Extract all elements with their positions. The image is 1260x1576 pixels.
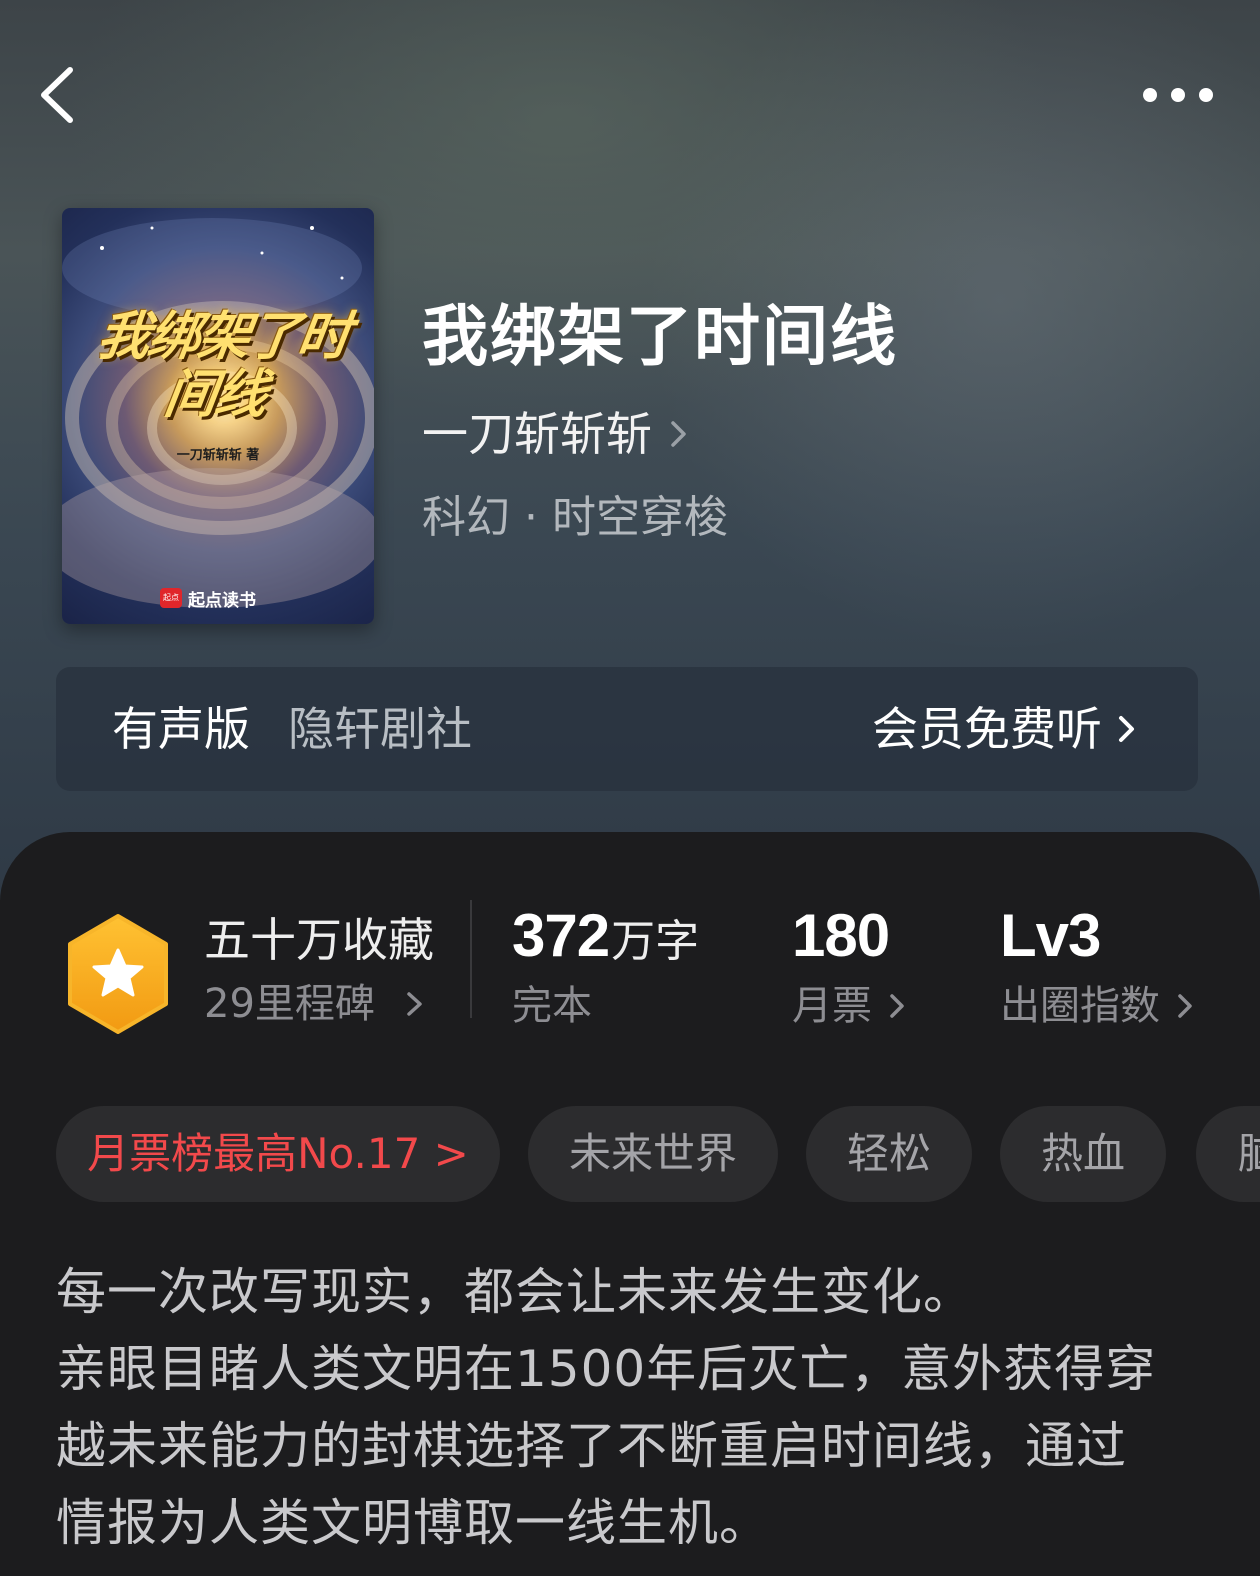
chevron-right-icon: [1178, 994, 1192, 1018]
monthly-votes-label: 月票: [792, 983, 872, 1029]
tag-future-world[interactable]: 未来世界: [528, 1106, 778, 1202]
word-count-stat: 372 万字 完本: [512, 900, 699, 1034]
description-line: 亲眼目睹人类文明在1500年后灭亡，意外获得穿: [56, 1340, 1157, 1398]
monthly-votes-value: 180: [792, 902, 890, 969]
cover-brand: 起点 起点读书: [160, 586, 256, 611]
listen-free-label: 会员免费听: [872, 702, 1102, 756]
tag-list: 月票榜最高No.17 > 未来世界 轻松 热血 脑: [56, 1106, 1260, 1204]
audiobook-label: 有声版: [112, 702, 250, 756]
book-category[interactable]: 科幻 · 时空穿梭: [422, 488, 728, 548]
monthly-votes-stat[interactable]: 180 月票: [792, 900, 906, 1034]
qidian-logo-icon: 起点: [160, 588, 182, 608]
popularity-level: Lv3: [1000, 902, 1101, 969]
cover-author: 一刀斩斩斩 著: [176, 448, 260, 463]
word-count-unit: 万字: [611, 916, 700, 967]
popularity-label: 出圈指数: [1000, 983, 1160, 1029]
description-line: 情报为人类文明博取一线生机。: [56, 1494, 770, 1552]
tag-overflow[interactable]: 脑: [1196, 1106, 1260, 1202]
audiobook-publisher: 隐轩剧社: [288, 702, 472, 756]
tag-passionate[interactable]: 热血: [1000, 1106, 1166, 1202]
popularity-index-stat[interactable]: Lv3 出圈指数: [1000, 900, 1194, 1034]
cover-title: 我绑架了时间线: [93, 306, 353, 425]
author-name: 一刀斩斩斩: [422, 407, 652, 461]
milestones-link[interactable]: 29里程碑: [204, 976, 425, 1032]
description-line: 每一次改写现实，都会让未来发生变化。: [56, 1263, 974, 1321]
description-line: 越未来能力的封棋选择了不断重启时间线，通过: [56, 1417, 1127, 1475]
tag-rank[interactable]: 月票榜最高No.17 >: [56, 1106, 500, 1202]
book-description[interactable]: 每一次改写现实，都会让未来发生变化。 亲眼目睹人类文明在1500年后灭亡，意外获…: [56, 1254, 1206, 1562]
favorites-count: 五十万收藏: [204, 913, 434, 967]
chevron-right-icon: [671, 421, 686, 447]
author-link[interactable]: 一刀斩斩斩: [422, 404, 690, 464]
chevron-left-icon[interactable]: [34, 62, 84, 128]
chevron-right-icon: [1119, 716, 1134, 742]
star-badge-icon[interactable]: [62, 912, 174, 1036]
tag-relaxed[interactable]: 轻松: [806, 1106, 972, 1202]
chevron-right-icon: [407, 992, 422, 1016]
cover-brand-name: 起点读书: [188, 590, 256, 611]
book-status: 完本: [512, 983, 592, 1029]
book-title: 我绑架了时间线: [422, 297, 898, 375]
listen-free-button[interactable]: 会员免费听: [872, 699, 1138, 759]
stats-divider: [470, 900, 472, 1018]
audiobook-bar[interactable]: 有声版 隐轩剧社 会员免费听: [56, 667, 1198, 791]
more-horizontal-icon[interactable]: [1138, 78, 1220, 112]
milestones-label: 29里程碑: [204, 981, 375, 1027]
word-count-value: 372: [512, 902, 610, 969]
chevron-right-icon: [890, 994, 904, 1018]
book-cover[interactable]: 我绑架了时间线 一刀斩斩斩 著 起点 起点读书: [62, 208, 374, 624]
